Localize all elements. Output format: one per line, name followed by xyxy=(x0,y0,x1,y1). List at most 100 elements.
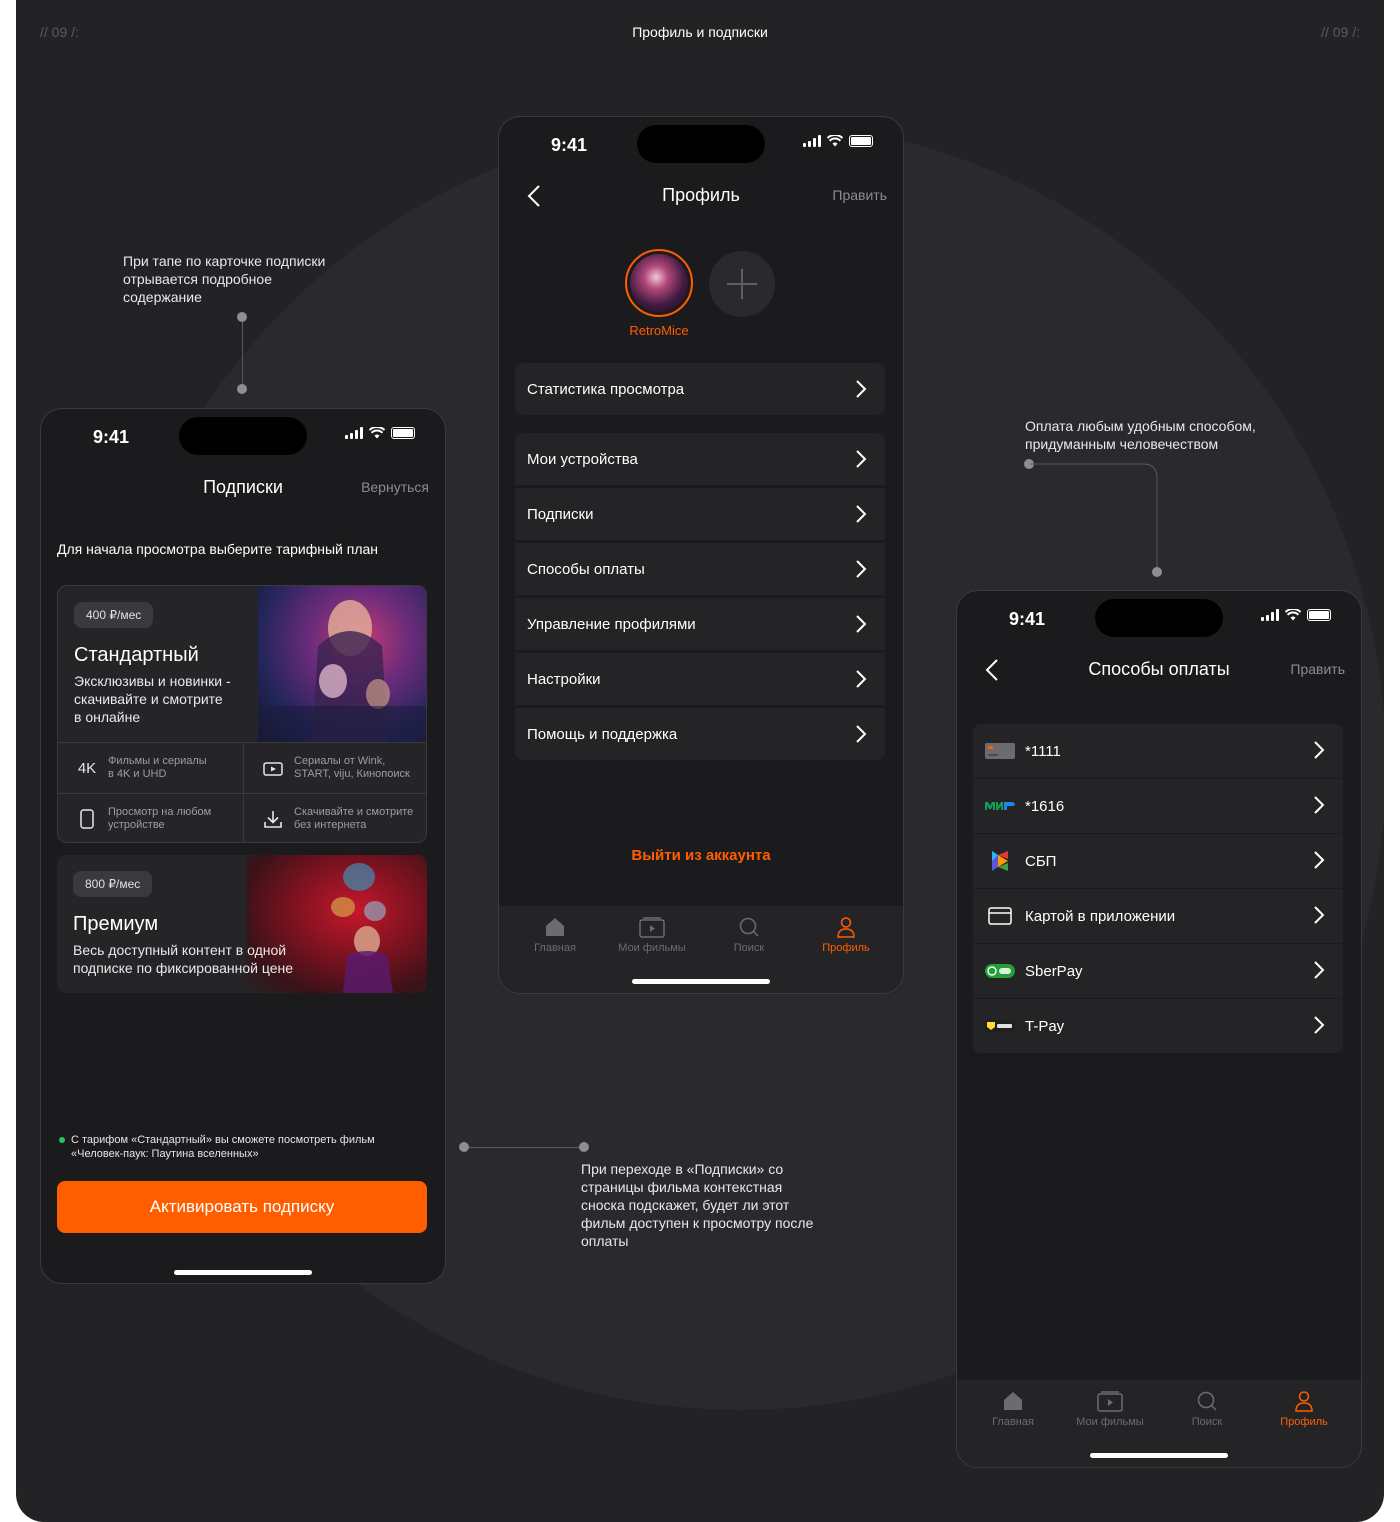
payment-label: SberPay xyxy=(1025,962,1083,980)
price-badge: 400 ₽/мес xyxy=(74,602,154,628)
status-time: 9:41 xyxy=(551,135,588,155)
plan-name: Премиум xyxy=(73,913,159,935)
edit-link[interactable]: Править xyxy=(1290,661,1345,677)
payment-sbp[interactable]: СБП xyxy=(973,834,1343,888)
chevron-right-icon xyxy=(1314,961,1325,979)
back-link[interactable]: Вернуться xyxy=(361,479,429,495)
dynamic-island xyxy=(179,417,307,455)
canvas: // 09 /: Профиль и подписки // 09 /: При… xyxy=(16,0,1384,1522)
dynamic-island xyxy=(637,125,765,163)
status-bar: 9:41 xyxy=(957,591,1361,643)
dynamic-island xyxy=(1095,599,1223,637)
row-help-support[interactable]: Помощь и поддержка xyxy=(515,708,885,760)
poster-figures xyxy=(258,600,426,742)
row-label: Управление профилями xyxy=(527,615,696,633)
tab-label: Профиль xyxy=(1280,1416,1328,1428)
feature-4k: 4K Фильмы и сериалы в 4K и UHD xyxy=(58,743,242,793)
tab-my-films[interactable]: Мои фильмы xyxy=(604,916,700,954)
plan-description: Весь доступный контент в одной подписке … xyxy=(73,942,294,976)
search-icon xyxy=(1197,1391,1217,1411)
mir-logo-icon xyxy=(985,797,1015,815)
row-settings[interactable]: Настройки xyxy=(515,653,885,705)
signal-icon xyxy=(803,135,821,147)
avatar-image xyxy=(630,254,688,312)
chevron-right-icon xyxy=(1314,851,1325,869)
plan-card-premium[interactable]: 800 ₽/мес Премиум Весь доступный контент… xyxy=(57,855,427,993)
chevron-right-icon xyxy=(1314,906,1325,924)
payment-card-1111[interactable]: *1111 xyxy=(973,724,1343,778)
plan-card-standard[interactable]: 400 ₽/мес Стандартный Эксклюзивы и новин… xyxy=(57,585,427,843)
tab-label: Поиск xyxy=(1191,1416,1223,1428)
activate-subscription-button[interactable]: Активировать подписку xyxy=(57,1181,427,1233)
feature-partners: Сериалы от Wink, START, viju, Кинопоиск xyxy=(244,743,426,793)
tpay-logo-icon xyxy=(985,1017,1015,1035)
home-indicator xyxy=(174,1270,312,1275)
row-label: Способы оплаты xyxy=(527,560,645,578)
phone-subscriptions: 9:41 Подписки Вернуться Для начала просм… xyxy=(40,408,446,1284)
wifi-icon xyxy=(1285,609,1301,621)
battery-icon xyxy=(849,135,873,147)
phone-profile: 9:41 Профиль Править RetroMice Статистик… xyxy=(498,116,904,994)
tab-label: Профиль xyxy=(822,942,870,954)
add-profile-button[interactable] xyxy=(709,251,775,317)
note-subscription-hint: При переходе в «Подписки» со страницы фи… xyxy=(581,1161,814,1249)
battery-icon xyxy=(1307,609,1331,621)
tab-my-films[interactable]: Мои фильмы xyxy=(1062,1390,1158,1428)
row-payment-methods[interactable]: Способы оплаты xyxy=(515,543,885,595)
tab-home[interactable]: Главная xyxy=(965,1390,1061,1428)
connector-dot xyxy=(1152,567,1162,577)
status-bar: 9:41 xyxy=(499,117,903,169)
chevron-right-icon xyxy=(856,505,867,523)
row-subscriptions[interactable]: Подписки xyxy=(515,488,885,540)
payment-label: СБП xyxy=(1025,852,1057,870)
tab-label: Поиск xyxy=(733,942,765,954)
connector-line xyxy=(1030,463,1158,568)
tab-label: Мои фильмы xyxy=(618,942,686,954)
status-bar: 9:41 xyxy=(41,409,445,461)
my-films-icon xyxy=(639,917,665,938)
my-films-icon xyxy=(1097,1391,1123,1412)
logout-button[interactable]: Выйти из аккаунта xyxy=(499,847,903,864)
profile-icon xyxy=(1295,1391,1313,1412)
plus-icon xyxy=(727,269,757,299)
battery-icon xyxy=(391,427,415,439)
home-icon xyxy=(1004,1392,1022,1410)
row-label: Настройки xyxy=(527,670,601,688)
payment-tpay[interactable]: T-Pay xyxy=(973,999,1343,1053)
chevron-right-icon xyxy=(856,725,867,743)
price-badge: 800 ₽/мес xyxy=(73,871,153,897)
tab-search[interactable]: Поиск xyxy=(1159,1390,1255,1428)
status-icons xyxy=(803,135,873,147)
row-watch-stats[interactable]: Статистика просмотра xyxy=(515,363,885,415)
chevron-right-icon xyxy=(1314,1016,1325,1034)
payment-sberpay[interactable]: SberPay xyxy=(973,944,1343,998)
phone-icon xyxy=(72,809,102,829)
home-indicator xyxy=(632,979,770,984)
tab-label: Мои фильмы xyxy=(1076,1416,1144,1428)
home-icon xyxy=(546,918,564,936)
sberpay-logo-icon xyxy=(985,962,1015,980)
nav-bar: Способы оплаты Править xyxy=(957,651,1361,691)
payment-card-in-app[interactable]: Картой в приложении xyxy=(973,889,1343,943)
connector-dot xyxy=(237,384,247,394)
feature-devices: Просмотр на любом устройстве xyxy=(58,794,242,842)
row-my-devices[interactable]: Мои устройства xyxy=(515,433,885,485)
home-indicator xyxy=(1090,1453,1228,1458)
tab-search[interactable]: Поиск xyxy=(701,916,797,954)
connector-dot xyxy=(237,312,247,322)
tab-profile[interactable]: Профиль xyxy=(798,916,894,954)
payment-label: *1616 xyxy=(1025,797,1065,815)
chevron-right-icon xyxy=(1314,741,1325,759)
feature-text: Сериалы от Wink, START, viju, Кинопоиск xyxy=(294,755,410,780)
avatar[interactable] xyxy=(625,249,693,317)
payment-card-1616[interactable]: *1616 xyxy=(973,779,1343,833)
tab-home[interactable]: Главная xyxy=(507,916,603,954)
intro-text: Для начала просмотра выберите тарифный п… xyxy=(57,541,379,557)
tab-profile[interactable]: Профиль xyxy=(1256,1390,1352,1428)
bank-card-icon xyxy=(985,742,1015,760)
connector-dot xyxy=(459,1142,469,1152)
payment-label: Картой в приложении xyxy=(1025,907,1176,925)
row-manage-profiles[interactable]: Управление профилями xyxy=(515,598,885,650)
edit-link[interactable]: Править xyxy=(832,187,887,203)
chevron-right-icon xyxy=(856,450,867,468)
